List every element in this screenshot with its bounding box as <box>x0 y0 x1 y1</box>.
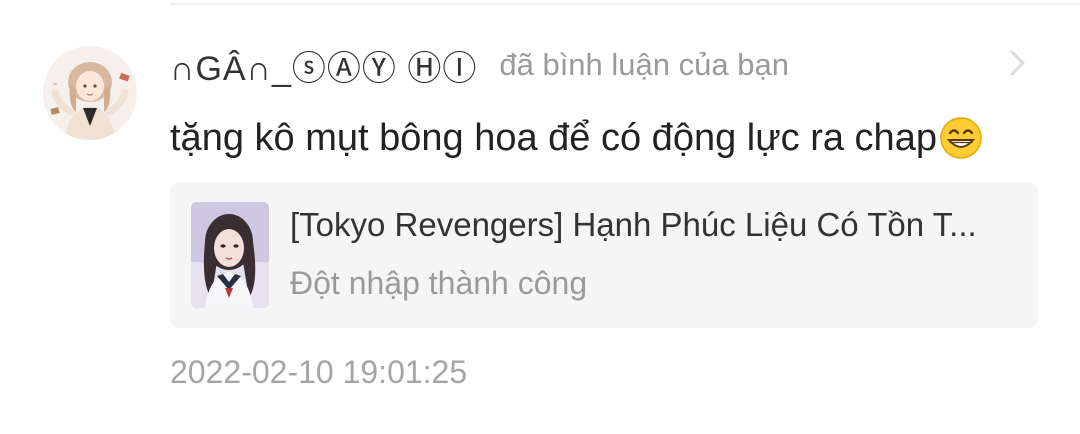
avatar-illustration: ~ <box>43 46 137 140</box>
notification-header: ∩GÂ∩_ⓢⒶⓎ ⒽⒾ đã bình luận của bạn <box>170 40 1030 90</box>
user-avatar[interactable]: ~ <box>43 46 137 140</box>
action-text: đã bình luận của bạn <box>499 47 789 82</box>
grinning-emoji <box>940 117 982 159</box>
chevron-right-icon[interactable] <box>1003 45 1031 81</box>
story-cover-image <box>191 202 269 308</box>
chapter-title: Đột nhập thành công <box>290 265 588 301</box>
comment-body: tặng kô mụt bông hoa để có động lực ra c… <box>170 116 937 159</box>
divider <box>170 3 1080 5</box>
story-title: [Tokyo Revengers] Hạnh Phúc Liệu Có Tồn … <box>290 206 977 243</box>
username-link[interactable]: ∩GÂ∩_ⓢⒶⓎ ⒽⒾ <box>170 41 477 90</box>
comment-text: tặng kô mụt bông hoa để có động lực ra c… <box>170 110 983 166</box>
notification-item[interactable]: ~ ∩GÂ∩_ⓢⒶⓎ ⒽⒾ đã bình luận của bạn tặng … <box>0 0 1080 434</box>
svg-text:~: ~ <box>53 82 57 88</box>
timestamp: 2022-02-10 19:01:25 <box>170 354 468 390</box>
story-card[interactable]: [Tokyo Revengers] Hạnh Phúc Liệu Có Tồn … <box>170 182 1038 328</box>
